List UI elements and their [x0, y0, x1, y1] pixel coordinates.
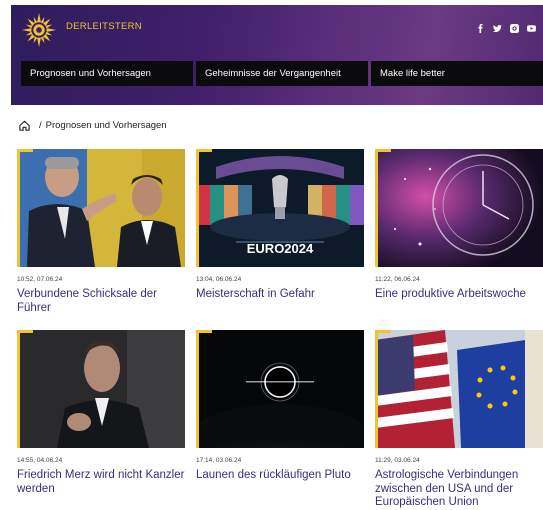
article-image[interactable]	[375, 149, 543, 267]
site-header: DERLEITSTERN Prognosen und Vorhersagen G…	[11, 5, 543, 105]
us-eu-flags-photo	[375, 330, 543, 448]
article-image[interactable]	[375, 330, 543, 448]
article-title[interactable]: Eine produktive Arbeitswoche	[375, 288, 543, 302]
article-meta: 11:29, 03.06.24	[375, 457, 420, 464]
article-image[interactable]	[17, 330, 185, 448]
instagram-icon[interactable]	[510, 24, 519, 33]
article-card[interactable]: 10:52, 07.06.24 Verbundene Schicksale de…	[17, 149, 185, 315]
zodiac-clock-photo	[375, 149, 543, 267]
article-title[interactable]: Verbundene Schicksale der Führer	[17, 288, 185, 315]
breadcrumb-separator: /	[39, 120, 42, 131]
eclipse-planet-photo	[196, 330, 364, 448]
article-meta: 14:55, 04.06.24	[17, 457, 63, 464]
article-meta: 11:22, 06.06.24	[375, 276, 420, 283]
article-meta: 13:04, 06.06.24	[196, 276, 242, 283]
article-card[interactable]: 11:29, 03.06.24 Astrologische Verbindung…	[375, 330, 543, 510]
article-card[interactable]: EURO2024 13:04, 06.06.24 Meisterschaft i…	[196, 149, 364, 302]
breadcrumb: / Prognosen und Vorhersagen	[18, 119, 167, 132]
article-image[interactable]	[17, 149, 185, 267]
article-card[interactable]: 11:22, 06.06.24 Eine produktive Arbeitsw…	[375, 149, 543, 302]
facebook-icon[interactable]	[476, 24, 485, 33]
politician-portrait-photo	[17, 330, 185, 448]
brand-name[interactable]: DERLEITSTERN	[66, 21, 142, 32]
sun-logo-icon[interactable]	[20, 11, 58, 49]
article-card[interactable]: 14:55, 04.06.24 Friedrich Merz wird nich…	[17, 330, 185, 496]
article-title[interactable]: Meisterschaft in Gefahr	[196, 288, 364, 302]
euro2024-image-text: EURO2024	[247, 241, 314, 256]
article-title[interactable]: Launen des rückläufigen Pluto	[196, 469, 364, 483]
article-title[interactable]: Astrologische Verbindungen zwischen den …	[375, 469, 543, 510]
nav-item-geheimnisse[interactable]: Geheimnisse der Vergangenheit	[196, 61, 368, 86]
main-nav: Prognosen und Vorhersagen Geheimnisse de…	[21, 61, 543, 86]
nav-item-prognosen[interactable]: Prognosen und Vorhersagen	[21, 61, 193, 86]
two-politicians-photo	[17, 149, 185, 267]
home-icon[interactable]	[18, 119, 31, 132]
euro2024-trophy-photo: EURO2024	[196, 149, 364, 267]
twitter-icon[interactable]	[493, 24, 502, 33]
social-links	[476, 24, 536, 33]
article-meta: 10:52, 07.06.24	[17, 276, 63, 283]
youtube-icon[interactable]	[527, 24, 536, 33]
article-title[interactable]: Friedrich Merz wird nicht Kanzler werden	[17, 469, 185, 496]
article-image[interactable]	[196, 330, 364, 448]
nav-item-make-life-better[interactable]: Make life better	[371, 61, 543, 86]
article-card[interactable]: 17:14, 03.06.24 Launen des rückläufigen …	[196, 330, 364, 483]
breadcrumb-current: Prognosen und Vorhersagen	[45, 120, 167, 131]
article-meta: 17:14, 03.06.24	[196, 457, 242, 464]
article-image[interactable]: EURO2024	[196, 149, 364, 267]
